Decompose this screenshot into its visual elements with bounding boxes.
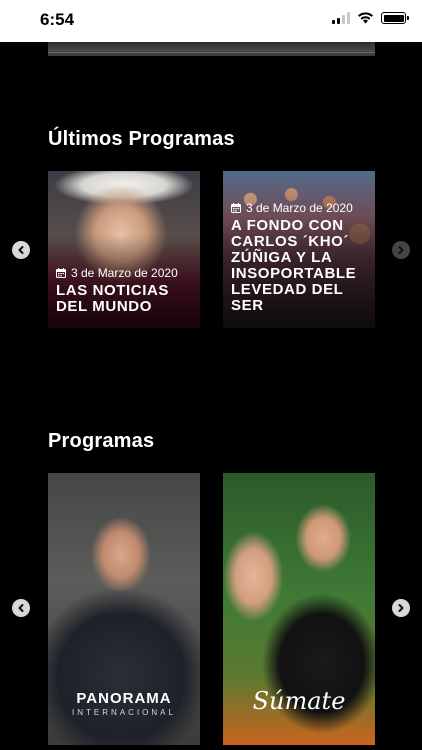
card-meta: 3 de Marzo de 2020 A FONDO CON CARLOS ´K… <box>231 201 369 314</box>
latest-next-arrow[interactable] <box>392 241 410 259</box>
calendar-icon <box>56 268 66 278</box>
wifi-icon <box>358 12 373 24</box>
date-row: 3 de Marzo de 2020 <box>231 201 369 215</box>
chevron-left-icon <box>18 604 24 612</box>
latest-program-card[interactable]: 3 de Marzo de 2020 A FONDO CON CARLOS ´K… <box>223 171 375 328</box>
status-bar: 6:54 <box>0 0 422 42</box>
date-row: 3 de Marzo de 2020 <box>56 266 194 280</box>
program-card-sumate[interactable]: Súmate <box>223 473 375 745</box>
status-icons <box>332 12 409 24</box>
latest-prev-arrow[interactable] <box>12 241 30 259</box>
latest-programs-heading: Últimos Programas <box>48 128 235 150</box>
program-title: LAS NOTICIAS DEL MUNDO <box>56 282 170 315</box>
program-date: 3 de Marzo de 2020 <box>246 201 353 215</box>
status-time: 6:54 <box>40 10 75 29</box>
panorama-logo-sub: INTERNACIONAL <box>72 708 176 717</box>
cellular-signal-icon <box>332 12 350 24</box>
chevron-right-icon <box>398 604 404 612</box>
panorama-logo-text: PANORAMA <box>76 690 172 707</box>
previous-banner-image[interactable] <box>48 42 375 56</box>
calendar-icon <box>231 203 241 213</box>
panorama-logo: PANORAMA INTERNACIONAL <box>48 690 200 717</box>
programs-heading: Programas <box>48 430 155 452</box>
program-card-panorama[interactable]: PANORAMA INTERNACIONAL <box>48 473 200 745</box>
chevron-left-icon <box>18 246 24 254</box>
latest-program-card[interactable]: 3 de Marzo de 2020 LAS NOTICIAS DEL MUND… <box>48 171 200 328</box>
sumate-logo-text: Súmate <box>252 687 346 715</box>
card-meta: 3 de Marzo de 2020 LAS NOTICIAS DEL MUND… <box>56 266 194 315</box>
battery-icon <box>381 12 409 24</box>
programs-next-arrow[interactable] <box>392 599 410 617</box>
sumate-logo: Súmate <box>223 687 375 715</box>
program-title: A FONDO CON CARLOS ´KHO´ ZÚÑIGA Y LA INS… <box>231 217 357 314</box>
programs-prev-arrow[interactable] <box>12 599 30 617</box>
program-date: 3 de Marzo de 2020 <box>71 266 178 280</box>
chevron-right-icon <box>398 246 404 254</box>
